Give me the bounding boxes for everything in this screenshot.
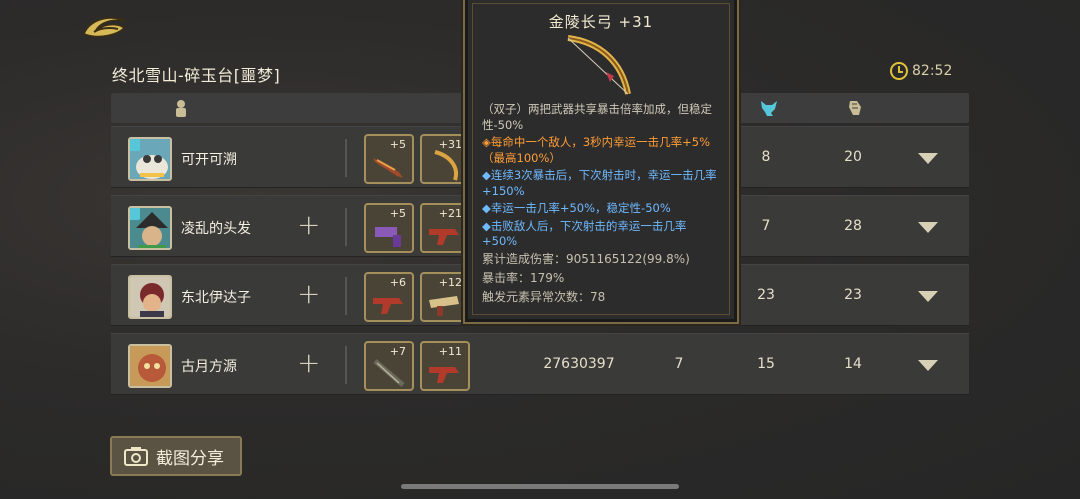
cell-a: 7 [674,356,684,372]
weapon-level: +5 [389,138,406,151]
weapon-level: +7 [389,345,406,358]
weapon-slot[interactable]: +12 [420,272,470,322]
share-screenshot-button[interactable]: 截图分享 [110,436,242,476]
bow-icon [434,150,458,181]
cell-b: 15 [757,356,775,372]
tooltip-effect: ◈每命中一个敌人，3秒内幸运一击几率+5%（最高100%） [482,135,711,165]
badge-icon [130,208,140,220]
cell-b: 8 [761,149,771,165]
weapon-level: +5 [389,207,406,220]
chevron-down-icon[interactable] [918,153,938,164]
tooltip-effect: ◆幸运一击几率+50%，稳定性-50% [482,201,671,215]
back-icon[interactable] [80,12,132,44]
weapon-level: +11 [438,345,462,358]
tooltip-effect: ◆连续3次暴击后，下次射击时，幸运一击几率+150% [482,168,717,198]
bow-icon [567,35,631,95]
cell-b: 23 [757,287,775,303]
tooltip-stat-damage: 累计造成伤害：9051165122(99.8%) [482,251,690,266]
weapon-slot[interactable]: +7 [364,341,414,391]
weapon-slot[interactable]: +6 [364,272,414,322]
chevron-down-icon[interactable] [918,222,938,233]
weapon-icon [429,367,459,383]
weapon-icon [373,298,403,314]
player-name: 可开可溯 [181,152,237,168]
home-indicator[interactable] [401,484,679,489]
badge-icon [130,139,140,151]
weapon-tooltip: 金陵长弓 +31 （双子）两把武器共享暴击倍率加成，但稳定性-50% ◈每命中一… [465,0,737,322]
divider [345,208,347,246]
weapon-icon [429,229,459,245]
timer-value: 82:52 [912,63,953,79]
weapon-slot[interactable]: +5 [364,203,414,253]
weapon-level: +12 [438,276,462,289]
weapon-slot[interactable]: +11 [420,341,470,391]
cell-damage: 27630397 [543,356,615,372]
tooltip-passive: （双子）两把武器共享暴击倍率加成，但稳定性-50% [482,102,712,132]
chevron-down-icon[interactable] [918,360,938,371]
weapon-icon [429,296,459,316]
player-icon [176,100,186,117]
camera-icon [124,447,148,466]
weapon-slot[interactable]: +31 [420,134,470,184]
avatar [128,137,172,181]
cell-c: 23 [844,287,862,303]
weapon-level: +6 [389,276,406,289]
share-button-label: 截图分享 [156,448,224,469]
divider [345,277,347,315]
cell-c: 20 [844,149,862,165]
player-name: 凌乱的头发 [181,221,251,237]
level-title: 终北雪山-碎玉台[噩梦] [112,66,281,85]
tooltip-title: 金陵长弓 +31 [548,13,654,31]
weapon-slot[interactable]: +21 [420,203,470,253]
clock-icon [890,62,908,80]
avatar [128,344,172,388]
weapon-level: +21 [438,207,462,220]
player-name: 古月方源 [181,359,237,375]
chevron-down-icon[interactable] [918,291,938,302]
table-row[interactable]: 古月方源 + +7 +11 27630397 7 15 14 [111,333,969,395]
plus-icon[interactable]: + [297,210,320,240]
cell-b: 7 [761,218,771,234]
weapon-icon [375,227,401,247]
avatar [128,206,172,250]
cell-c: 28 [844,218,862,234]
weapon-icon [373,158,403,178]
scroll-icon [849,101,861,115]
weapon-slot[interactable]: +5 [364,134,414,184]
fox-icon [761,101,777,116]
plus-icon[interactable]: + [297,279,320,309]
tooltip-effect: ◆击败敌人后，下次射击的幸运一击几率+50% [482,218,687,249]
weapon-icon [373,359,405,387]
weapon-level: +31 [438,138,462,151]
divider [345,139,347,177]
divider [345,346,347,384]
cell-c: 14 [844,356,862,372]
tooltip-stat-crit: 暴击率：179% [482,270,565,285]
player-name: 东北伊达子 [181,290,251,306]
plus-icon[interactable]: + [297,348,320,378]
timer: 82:52 [890,62,952,80]
avatar [128,275,172,319]
tooltip-stat-elemental: 触发元素异常次数：78 [482,289,606,304]
